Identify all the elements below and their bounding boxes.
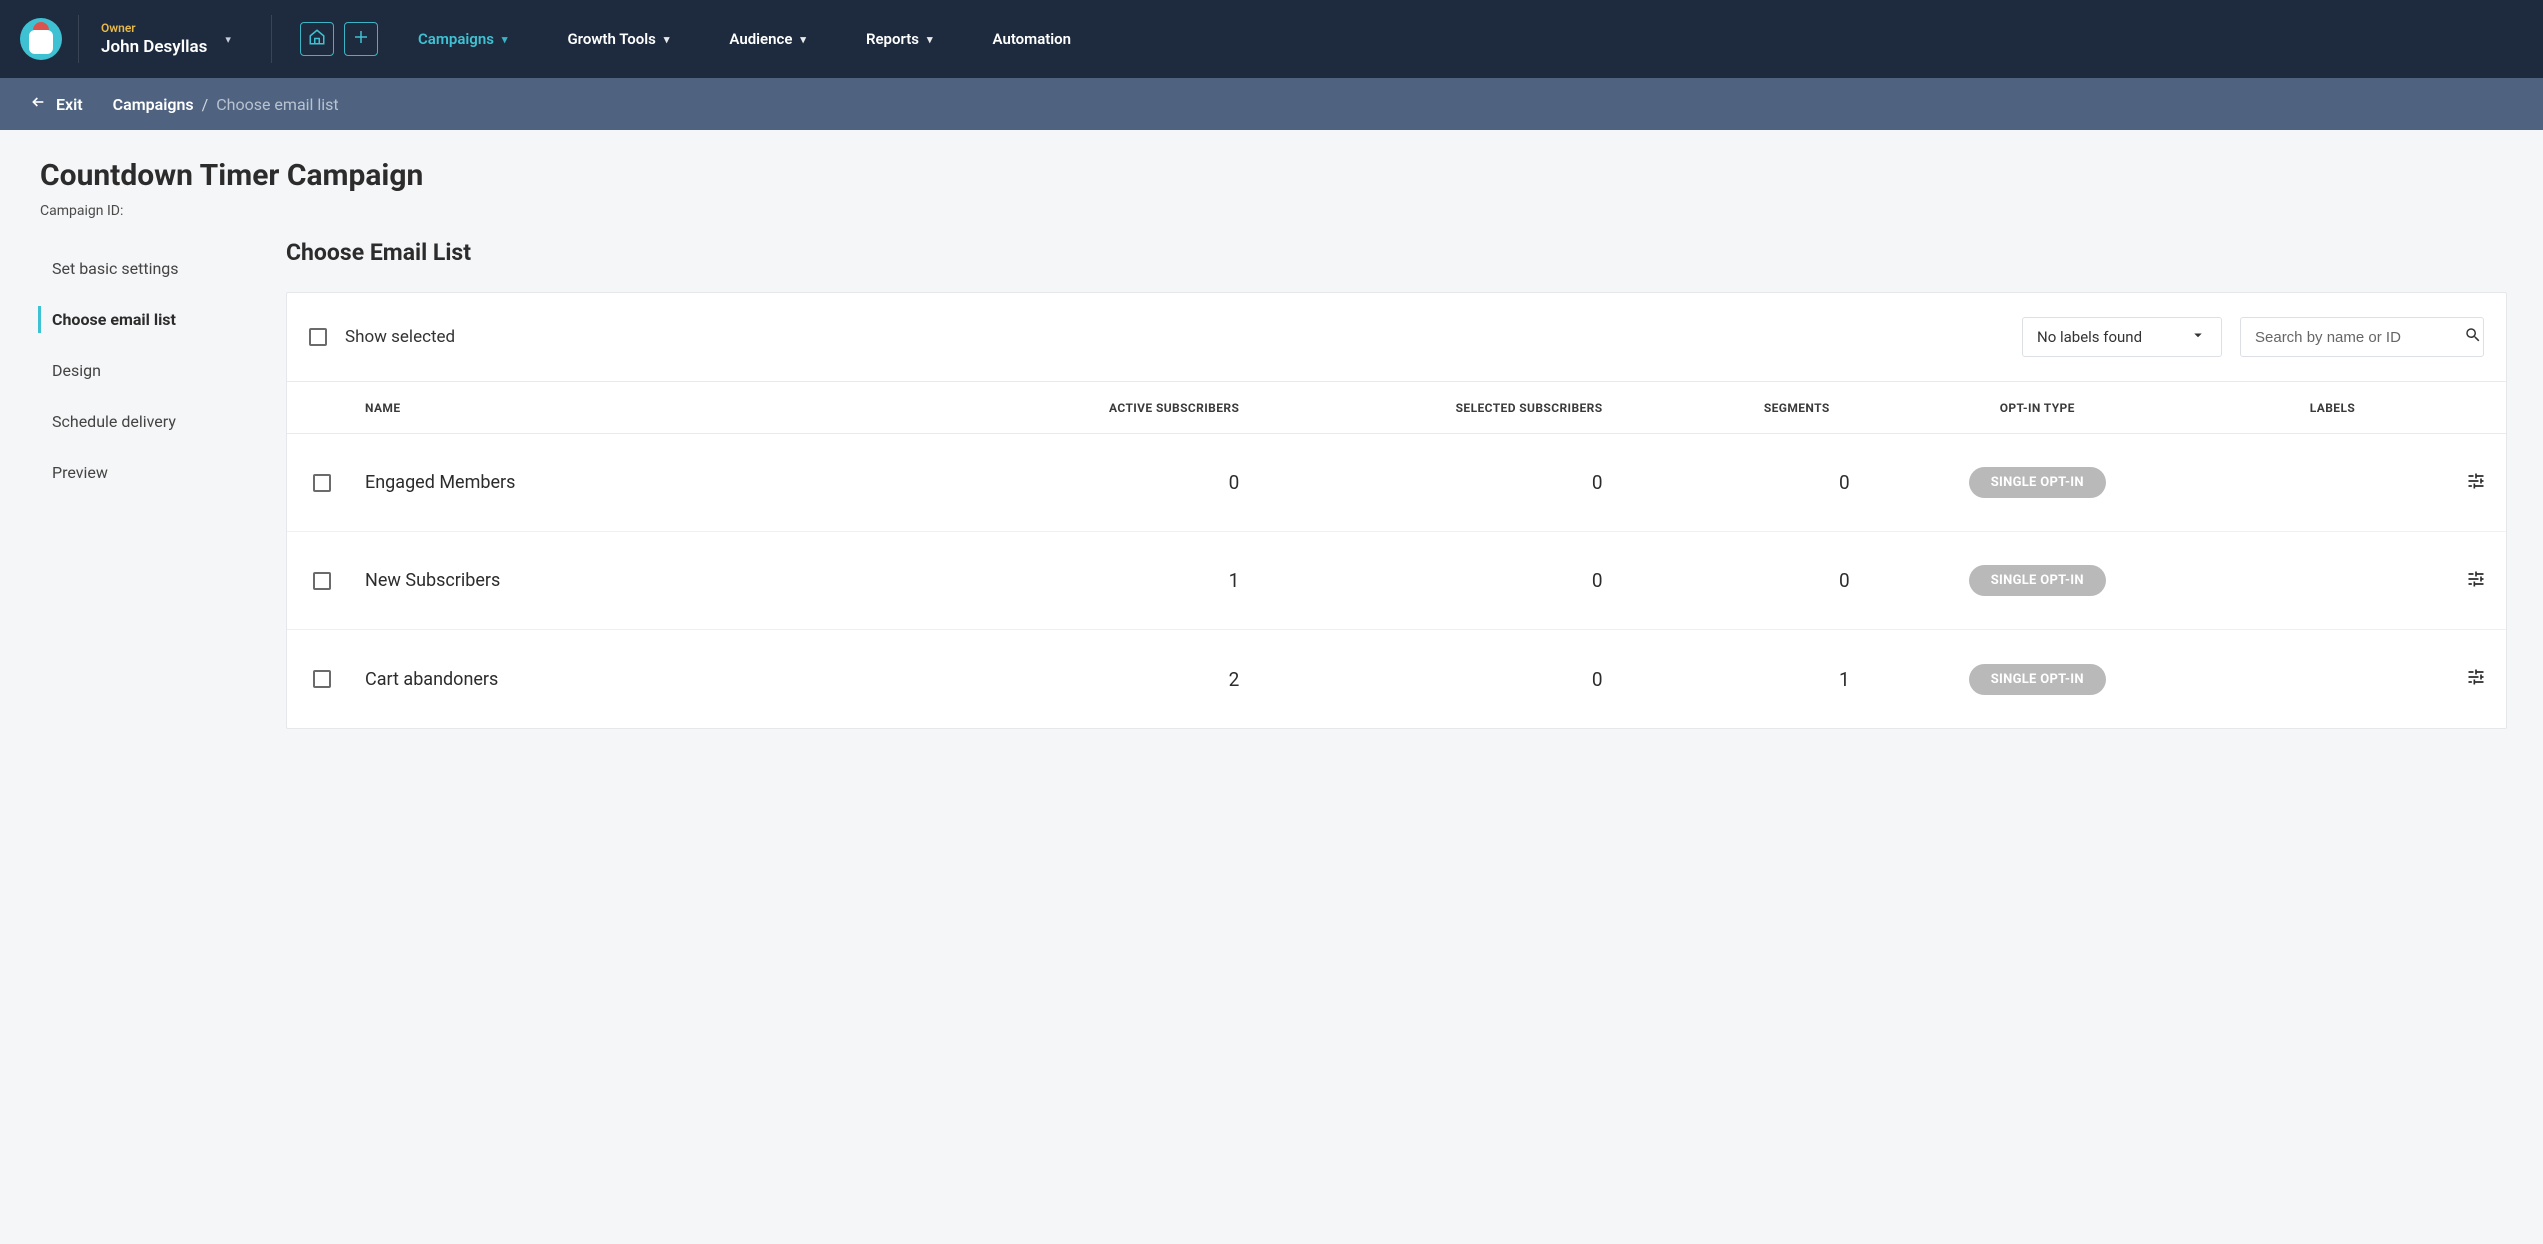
row-name[interactable]: Cart abandoners <box>357 669 947 690</box>
nav-growth-tools[interactable]: Growth Tools ▾ <box>567 30 669 48</box>
content: Choose Email List Show selected No label… <box>260 239 2533 749</box>
row-checkbox[interactable] <box>313 572 331 590</box>
row-checkbox[interactable] <box>313 670 331 688</box>
optin-pill: SINGLE OPT-IN <box>1969 467 2106 498</box>
nav-audience[interactable]: Audience ▾ <box>729 30 806 48</box>
main-layout: Set basic settings Choose email list Des… <box>0 225 2543 789</box>
exit-label: Exit <box>56 95 83 114</box>
row-name[interactable]: Engaged Members <box>357 472 947 493</box>
th-name: NAME <box>357 401 947 415</box>
account-name: John Desyllas <box>101 37 207 57</box>
nav-label: Reports <box>866 30 919 48</box>
th-optin: OPT-IN TYPE <box>1856 401 2219 415</box>
row-settings-button[interactable] <box>2446 569 2506 593</box>
labels-filter-text: No labels found <box>2037 328 2142 346</box>
breadcrumb-root[interactable]: Campaigns <box>113 95 194 114</box>
account-role-label: Owner <box>101 21 207 35</box>
tune-icon <box>2466 667 2486 691</box>
nav-automation[interactable]: Automation <box>993 30 1072 48</box>
table-header: NAME ACTIVE SUBSCRIBERS SELECTED SUBSCRI… <box>287 382 2506 434</box>
chevron-down-icon <box>2189 326 2207 348</box>
row-segments: 1 <box>1629 668 1856 691</box>
row-selected: 0 <box>1265 668 1628 691</box>
th-active: ACTIVE SUBSCRIBERS <box>947 401 1265 415</box>
table-row: New Subscribers 1 0 0 SINGLE OPT-IN <box>287 532 2506 630</box>
optin-pill: SINGLE OPT-IN <box>1969 565 2106 596</box>
step-design[interactable]: Design <box>0 345 260 396</box>
chevron-down-icon: ▾ <box>664 33 670 46</box>
nav-campaigns[interactable]: Campaigns ▾ <box>418 30 507 48</box>
nav-reports[interactable]: Reports ▾ <box>866 30 933 48</box>
campaign-id-label: Campaign ID: <box>40 203 2503 219</box>
nav-label: Automation <box>993 30 1072 48</box>
row-active: 1 <box>947 569 1265 592</box>
row-checkbox[interactable] <box>313 474 331 492</box>
labels-filter-select[interactable]: No labels found <box>2022 317 2222 357</box>
divider <box>271 15 272 63</box>
row-segments: 0 <box>1629 569 1856 592</box>
breadcrumb-current: Choose email list <box>216 95 338 114</box>
step-basic-settings[interactable]: Set basic settings <box>0 243 260 294</box>
chevron-down-icon: ▾ <box>225 33 231 46</box>
page-heading: Countdown Timer Campaign Campaign ID: <box>0 130 2543 225</box>
home-button[interactable] <box>300 22 334 56</box>
nav-label: Growth Tools <box>567 30 655 48</box>
row-active: 2 <box>947 668 1265 691</box>
breadcrumb-bar: Exit Campaigns / Choose email list <box>0 78 2543 130</box>
exit-button[interactable]: Exit <box>30 94 83 114</box>
tune-icon <box>2466 471 2486 495</box>
search-box[interactable] <box>2240 317 2484 357</box>
brand-logo-glyph <box>29 30 53 54</box>
tune-icon <box>2466 569 2486 593</box>
new-button[interactable] <box>344 22 378 56</box>
account-switcher[interactable]: Owner John Desyllas ▾ <box>85 21 265 57</box>
optin-pill: SINGLE OPT-IN <box>1969 664 2106 695</box>
step-nav: Set basic settings Choose email list Des… <box>0 239 260 749</box>
row-name[interactable]: New Subscribers <box>357 570 947 591</box>
row-selected: 0 <box>1265 471 1628 494</box>
th-selected: SELECTED SUBSCRIBERS <box>1265 401 1628 415</box>
account-text: Owner John Desyllas <box>101 21 207 57</box>
th-labels: LABELS <box>2219 401 2446 415</box>
chevron-down-icon: ▾ <box>502 33 508 46</box>
show-selected-label[interactable]: Show selected <box>345 327 455 347</box>
row-selected: 0 <box>1265 569 1628 592</box>
table-row: Engaged Members 0 0 0 SINGLE OPT-IN <box>287 434 2506 532</box>
row-segments: 0 <box>1629 471 1856 494</box>
email-list-panel: Show selected No labels found <box>286 292 2507 729</box>
row-settings-button[interactable] <box>2446 667 2506 691</box>
step-choose-email-list[interactable]: Choose email list <box>0 294 260 345</box>
row-settings-button[interactable] <box>2446 471 2506 495</box>
breadcrumb-sep: / <box>202 95 209 114</box>
table-row: Cart abandoners 2 0 1 SINGLE OPT-IN <box>287 630 2506 728</box>
chevron-down-icon: ▾ <box>927 33 933 46</box>
chevron-down-icon: ▾ <box>800 33 806 46</box>
page-title: Countdown Timer Campaign <box>40 158 2503 193</box>
step-schedule-delivery[interactable]: Schedule delivery <box>0 396 260 447</box>
breadcrumb: Campaigns / Choose email list <box>113 95 339 114</box>
search-input[interactable] <box>2255 329 2454 346</box>
topbar: Owner John Desyllas ▾ Campaigns ▾ Growth… <box>0 0 2543 78</box>
plus-icon <box>352 28 370 50</box>
section-title: Choose Email List <box>286 239 2507 266</box>
row-active: 0 <box>947 471 1265 494</box>
arrow-left-icon <box>30 94 46 114</box>
brand-logo[interactable] <box>20 18 62 60</box>
show-selected-checkbox[interactable] <box>309 328 327 346</box>
nav-label: Campaigns <box>418 30 494 48</box>
th-segments: SEGMENTS <box>1629 401 1856 415</box>
step-preview[interactable]: Preview <box>0 447 260 498</box>
panel-toolbar: Show selected No labels found <box>287 293 2506 382</box>
top-nav: Campaigns ▾ Growth Tools ▾ Audience ▾ Re… <box>418 30 1071 48</box>
search-icon <box>2464 326 2482 348</box>
divider <box>78 15 79 63</box>
home-icon <box>308 28 326 50</box>
nav-label: Audience <box>729 30 792 48</box>
